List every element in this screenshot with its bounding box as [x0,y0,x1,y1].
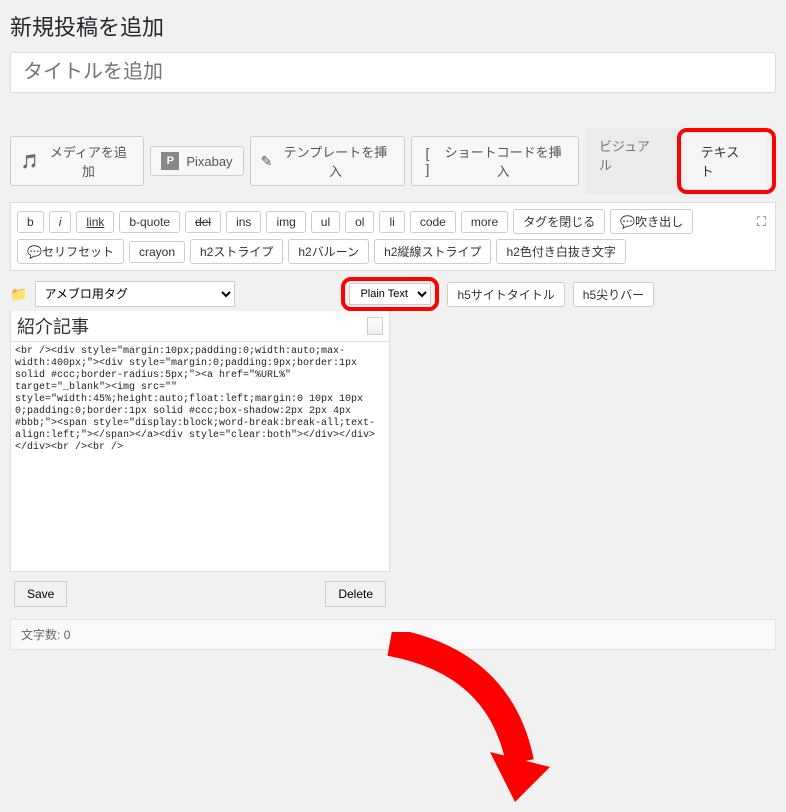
char-count-value: 0 [64,628,71,642]
insert-shortcode-label: ショートコードを挿入 [438,142,568,180]
qt-li[interactable]: li [379,211,404,233]
media-toolbar: 🎵 メディアを追加 P Pixabay ✎ テンプレートを挿入 [ ] ショート… [10,128,776,194]
char-count-label: 文字数: [21,628,60,642]
qt-serif-set[interactable]: 💬セリフセット [17,239,124,264]
tab-visual[interactable]: ビジュアル [585,128,677,194]
brackets-icon: [ ] [422,145,434,177]
add-media-label: メディアを追加 [43,142,133,180]
document-icon[interactable] [367,317,383,335]
snippet-title: 紹介記事 [17,313,89,339]
snippet-mode-select[interactable]: Plain Text [349,283,431,305]
snippet-footer: Save Delete [10,575,390,613]
camera-music-icon: 🎵 [21,153,38,170]
qt-bold[interactable]: b [17,211,44,233]
snippet-category-select[interactable]: アメブロ用タグ [35,281,235,307]
qt-more[interactable]: more [461,211,508,233]
post-title-input[interactable] [10,52,776,93]
qt-h2stripe[interactable]: h2ストライプ [190,239,283,264]
qt-balloon-label: 吹き出し [635,215,683,229]
annotation-arrow [380,632,560,812]
highlight-text-tab: テキスト [677,128,776,194]
qt-italic-label: i [59,215,62,229]
fullscreen-icon[interactable]: ⛶ [754,211,769,233]
insert-template-button[interactable]: ✎ テンプレートを挿入 [250,136,405,186]
snippet-header: 紹介記事 [10,311,390,342]
qt-serif-label: セリフセット [42,245,114,259]
qt-close-tags[interactable]: タグを閉じる [513,209,605,234]
quicktags-toolbar: b i link b-quote del ins img ul ol li co… [10,202,776,271]
pixabay-button[interactable]: P Pixabay [150,146,243,176]
pencil-icon: ✎ [261,153,273,170]
qt-crayon[interactable]: crayon [129,241,185,263]
pixabay-icon: P [161,152,179,170]
qt-bquote[interactable]: b-quote [119,211,180,233]
qt-h5bar[interactable]: h5尖りバー [573,282,654,307]
qt-link[interactable]: link [76,211,114,233]
save-button[interactable]: Save [14,581,67,607]
qt-h2color[interactable]: h2色付き白抜き文字 [496,239,625,264]
editor-tabs: ビジュアル テキスト [585,128,776,194]
qt-ul[interactable]: ul [311,211,340,233]
qt-ins[interactable]: ins [226,211,261,233]
qt-italic[interactable]: i [49,211,72,233]
qt-code[interactable]: code [410,211,456,233]
qt-ol[interactable]: ol [345,211,374,233]
insert-shortcode-button[interactable]: [ ] ショートコードを挿入 [411,136,579,186]
snippet-code-textarea[interactable]: <br /><div style="margin:10px;padding:0;… [10,342,390,572]
qt-h2balloon[interactable]: h2バルーン [288,239,369,264]
char-count-bar: 文字数: 0 [10,619,776,650]
qt-del-label: del [195,215,211,229]
page-heading: 新規投稿を追加 [10,10,776,42]
insert-template-label: テンプレートを挿入 [277,142,393,180]
pixabay-label: Pixabay [186,154,232,169]
folder-icon: 📁 [10,286,27,303]
qt-h2vstripe[interactable]: h2縦線ストライプ [374,239,491,264]
add-media-button[interactable]: 🎵 メディアを追加 [10,136,144,186]
tab-text[interactable]: テキスト [687,134,766,188]
qt-img[interactable]: img [266,211,305,233]
highlight-plaintext: Plain Text [341,277,439,311]
qt-link-label: link [86,215,104,229]
qt-balloon[interactable]: 💬吹き出し [610,209,693,234]
snippet-row: 📁 アメブロ用タグ Plain Text h5サイトタイトル h5尖りバー [10,277,776,311]
qt-h5title[interactable]: h5サイトタイトル [447,282,564,307]
qt-del[interactable]: del [185,211,221,233]
delete-button[interactable]: Delete [325,581,386,607]
